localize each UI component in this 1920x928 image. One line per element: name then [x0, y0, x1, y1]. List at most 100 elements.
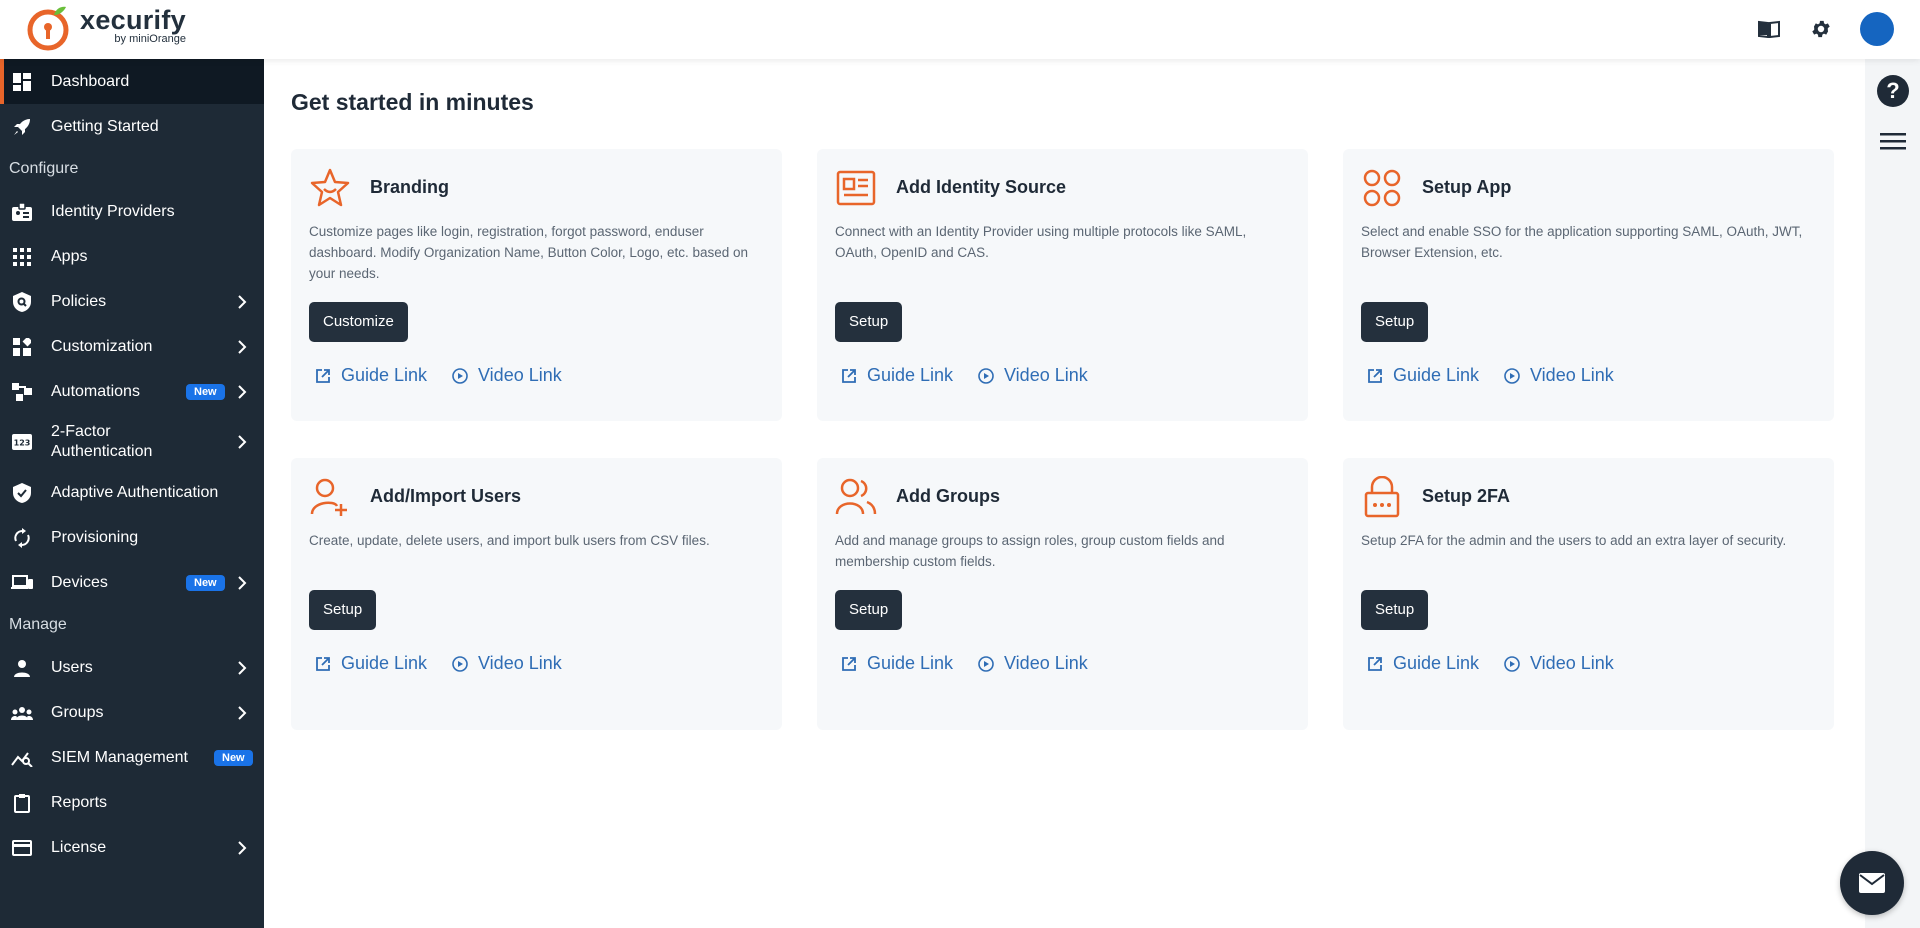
- section-configure: Configure: [9, 160, 79, 177]
- sidebar-item-customization[interactable]: Customization: [0, 324, 264, 369]
- sidebar-item-identity-providers[interactable]: Identity Providers: [0, 189, 264, 234]
- rocket-icon: [11, 116, 33, 138]
- mail-icon[interactable]: [1840, 851, 1904, 915]
- card-title: Add/Import Users: [370, 486, 522, 506]
- chevron-right-icon: [238, 384, 247, 399]
- card-description: Connect with an Identity Provider using …: [835, 224, 1247, 260]
- sidebar-item-siem-management[interactable]: SIEM Management New: [0, 735, 264, 780]
- setup-button[interactable]: Setup: [1361, 590, 1429, 630]
- sidebar-item-label: SIEM Management: [51, 748, 188, 766]
- sidebar-item-users[interactable]: Users: [0, 645, 264, 690]
- apps-grid-icon: [11, 246, 33, 268]
- book-icon[interactable]: [1756, 16, 1782, 42]
- video-link[interactable]: Video Link: [452, 365, 562, 386]
- devices-icon: [11, 572, 33, 594]
- guide-link[interactable]: Guide Link: [841, 653, 953, 674]
- card-branding: Branding Customize pages like login, reg…: [291, 149, 782, 421]
- card-description: Setup 2FA for the admin and the users to…: [1361, 533, 1787, 548]
- hamburger-menu-icon[interactable]: [1880, 131, 1906, 151]
- play-circle-icon: [978, 367, 994, 384]
- card-description: Select and enable SSO for the applicatio…: [1361, 224, 1803, 260]
- page-title: Get started in minutes: [291, 89, 534, 115]
- sidebar-item-provisioning[interactable]: Provisioning: [0, 515, 264, 560]
- card-add-identity-source: Add Identity Source Connect with an Iden…: [817, 149, 1308, 421]
- guide-link[interactable]: Guide Link: [1367, 365, 1479, 386]
- chevron-right-icon: [238, 575, 247, 590]
- play-circle-icon: [1504, 655, 1520, 672]
- card-setup-2fa: Setup 2FA Setup 2FA for the admin and th…: [1343, 458, 1834, 730]
- user-plus-icon: [310, 478, 347, 516]
- guide-link[interactable]: Guide Link: [315, 365, 427, 386]
- sidebar-item-policies[interactable]: Policies: [0, 279, 264, 324]
- guide-link[interactable]: Guide Link: [1367, 653, 1479, 674]
- gear-icon[interactable]: [1808, 16, 1834, 42]
- clipboard-icon: [11, 792, 33, 814]
- customize-button[interactable]: Customize: [309, 302, 408, 342]
- sidebar-item-label: Groups: [51, 703, 104, 721]
- card-title: Setup App: [1422, 177, 1512, 197]
- dashboard-icon: [11, 71, 33, 93]
- brand-name: xecurify: [80, 5, 186, 35]
- users-group-icon: [835, 478, 877, 515]
- card-setup-app: Setup App Select and enable SSO for the …: [1343, 149, 1834, 421]
- sidebar-item-label: Customization: [51, 337, 153, 355]
- guide-link[interactable]: Guide Link: [315, 653, 427, 674]
- video-link[interactable]: Video Link: [1504, 653, 1614, 674]
- video-link[interactable]: Video Link: [978, 365, 1088, 386]
- card-title: Add Identity Source: [896, 177, 1067, 197]
- sidebar-item-adaptive-authentication[interactable]: Adaptive Authentication: [0, 470, 264, 515]
- video-link[interactable]: Video Link: [452, 653, 562, 674]
- chevron-right-icon: [238, 294, 247, 309]
- sidebar-item-label: License: [51, 838, 107, 856]
- new-badge: New: [186, 574, 225, 591]
- logo-icon: [27, 6, 69, 51]
- user-icon: [11, 657, 33, 679]
- sidebar-item-groups[interactable]: Groups: [0, 690, 264, 735]
- sidebar-item-2fa[interactable]: 123 2-Factor Authentication: [0, 414, 264, 470]
- guide-link[interactable]: Guide Link: [841, 365, 953, 386]
- card-add-groups: Add Groups Add and manage groups to assi…: [817, 458, 1308, 730]
- video-link[interactable]: Video Link: [1504, 365, 1614, 386]
- sidebar-item-label: Adaptive Authentication: [51, 483, 219, 501]
- card-title: Branding: [370, 177, 449, 197]
- chevron-right-icon: [238, 339, 247, 354]
- chevron-right-icon: [238, 435, 247, 449]
- sidebar-item-label: Getting Started: [51, 117, 159, 135]
- setup-button[interactable]: Setup: [835, 302, 903, 342]
- chevron-right-icon: [238, 705, 247, 720]
- setup-button[interactable]: Setup: [835, 590, 903, 630]
- sidebar-item-getting-started[interactable]: Getting Started: [0, 104, 264, 149]
- help-icon[interactable]: ?: [1877, 75, 1909, 107]
- video-link[interactable]: Video Link: [978, 653, 1088, 674]
- play-circle-icon: [978, 655, 994, 672]
- sidebar-item-devices[interactable]: Devices New: [0, 560, 264, 605]
- card-description: Customize pages like login, registration…: [309, 224, 749, 281]
- avatar[interactable]: [1860, 12, 1894, 46]
- setup-button[interactable]: Setup: [309, 590, 377, 630]
- sidebar-item-label: 2-Factor Authentication: [51, 423, 153, 460]
- external-link-icon: [842, 368, 856, 383]
- card-description: Create, update, delete users, and import…: [309, 533, 710, 548]
- new-badge: New: [214, 749, 253, 766]
- id-card-icon: [836, 170, 876, 206]
- external-link-icon: [316, 368, 330, 383]
- new-badge: New: [186, 383, 225, 400]
- shield-check-icon: [11, 482, 33, 504]
- sidebar-item-label: Automations: [51, 382, 140, 400]
- section-manage: Manage: [9, 616, 67, 633]
- card-title: Add Groups: [896, 486, 1000, 506]
- analytics-icon: [11, 747, 33, 769]
- sidebar-item-apps[interactable]: Apps: [0, 234, 264, 279]
- app-apps-icon: [1363, 169, 1401, 207]
- right-rail: ?: [1865, 59, 1920, 928]
- sidebar-item-label: Policies: [51, 292, 107, 310]
- sidebar-item-reports[interactable]: Reports: [0, 780, 264, 825]
- setup-button[interactable]: Setup: [1361, 302, 1429, 342]
- external-link-icon: [1368, 656, 1382, 671]
- external-link-icon: [1368, 368, 1382, 383]
- sidebar-item-automations[interactable]: Automations New: [0, 369, 264, 414]
- sidebar-item-dashboard[interactable]: Dashboard: [0, 59, 264, 104]
- sidebar-item-license[interactable]: License: [0, 825, 264, 870]
- xecurify-logo[interactable]: xecurify by miniOrange: [26, 5, 186, 51]
- id-badge-icon: [11, 201, 33, 223]
